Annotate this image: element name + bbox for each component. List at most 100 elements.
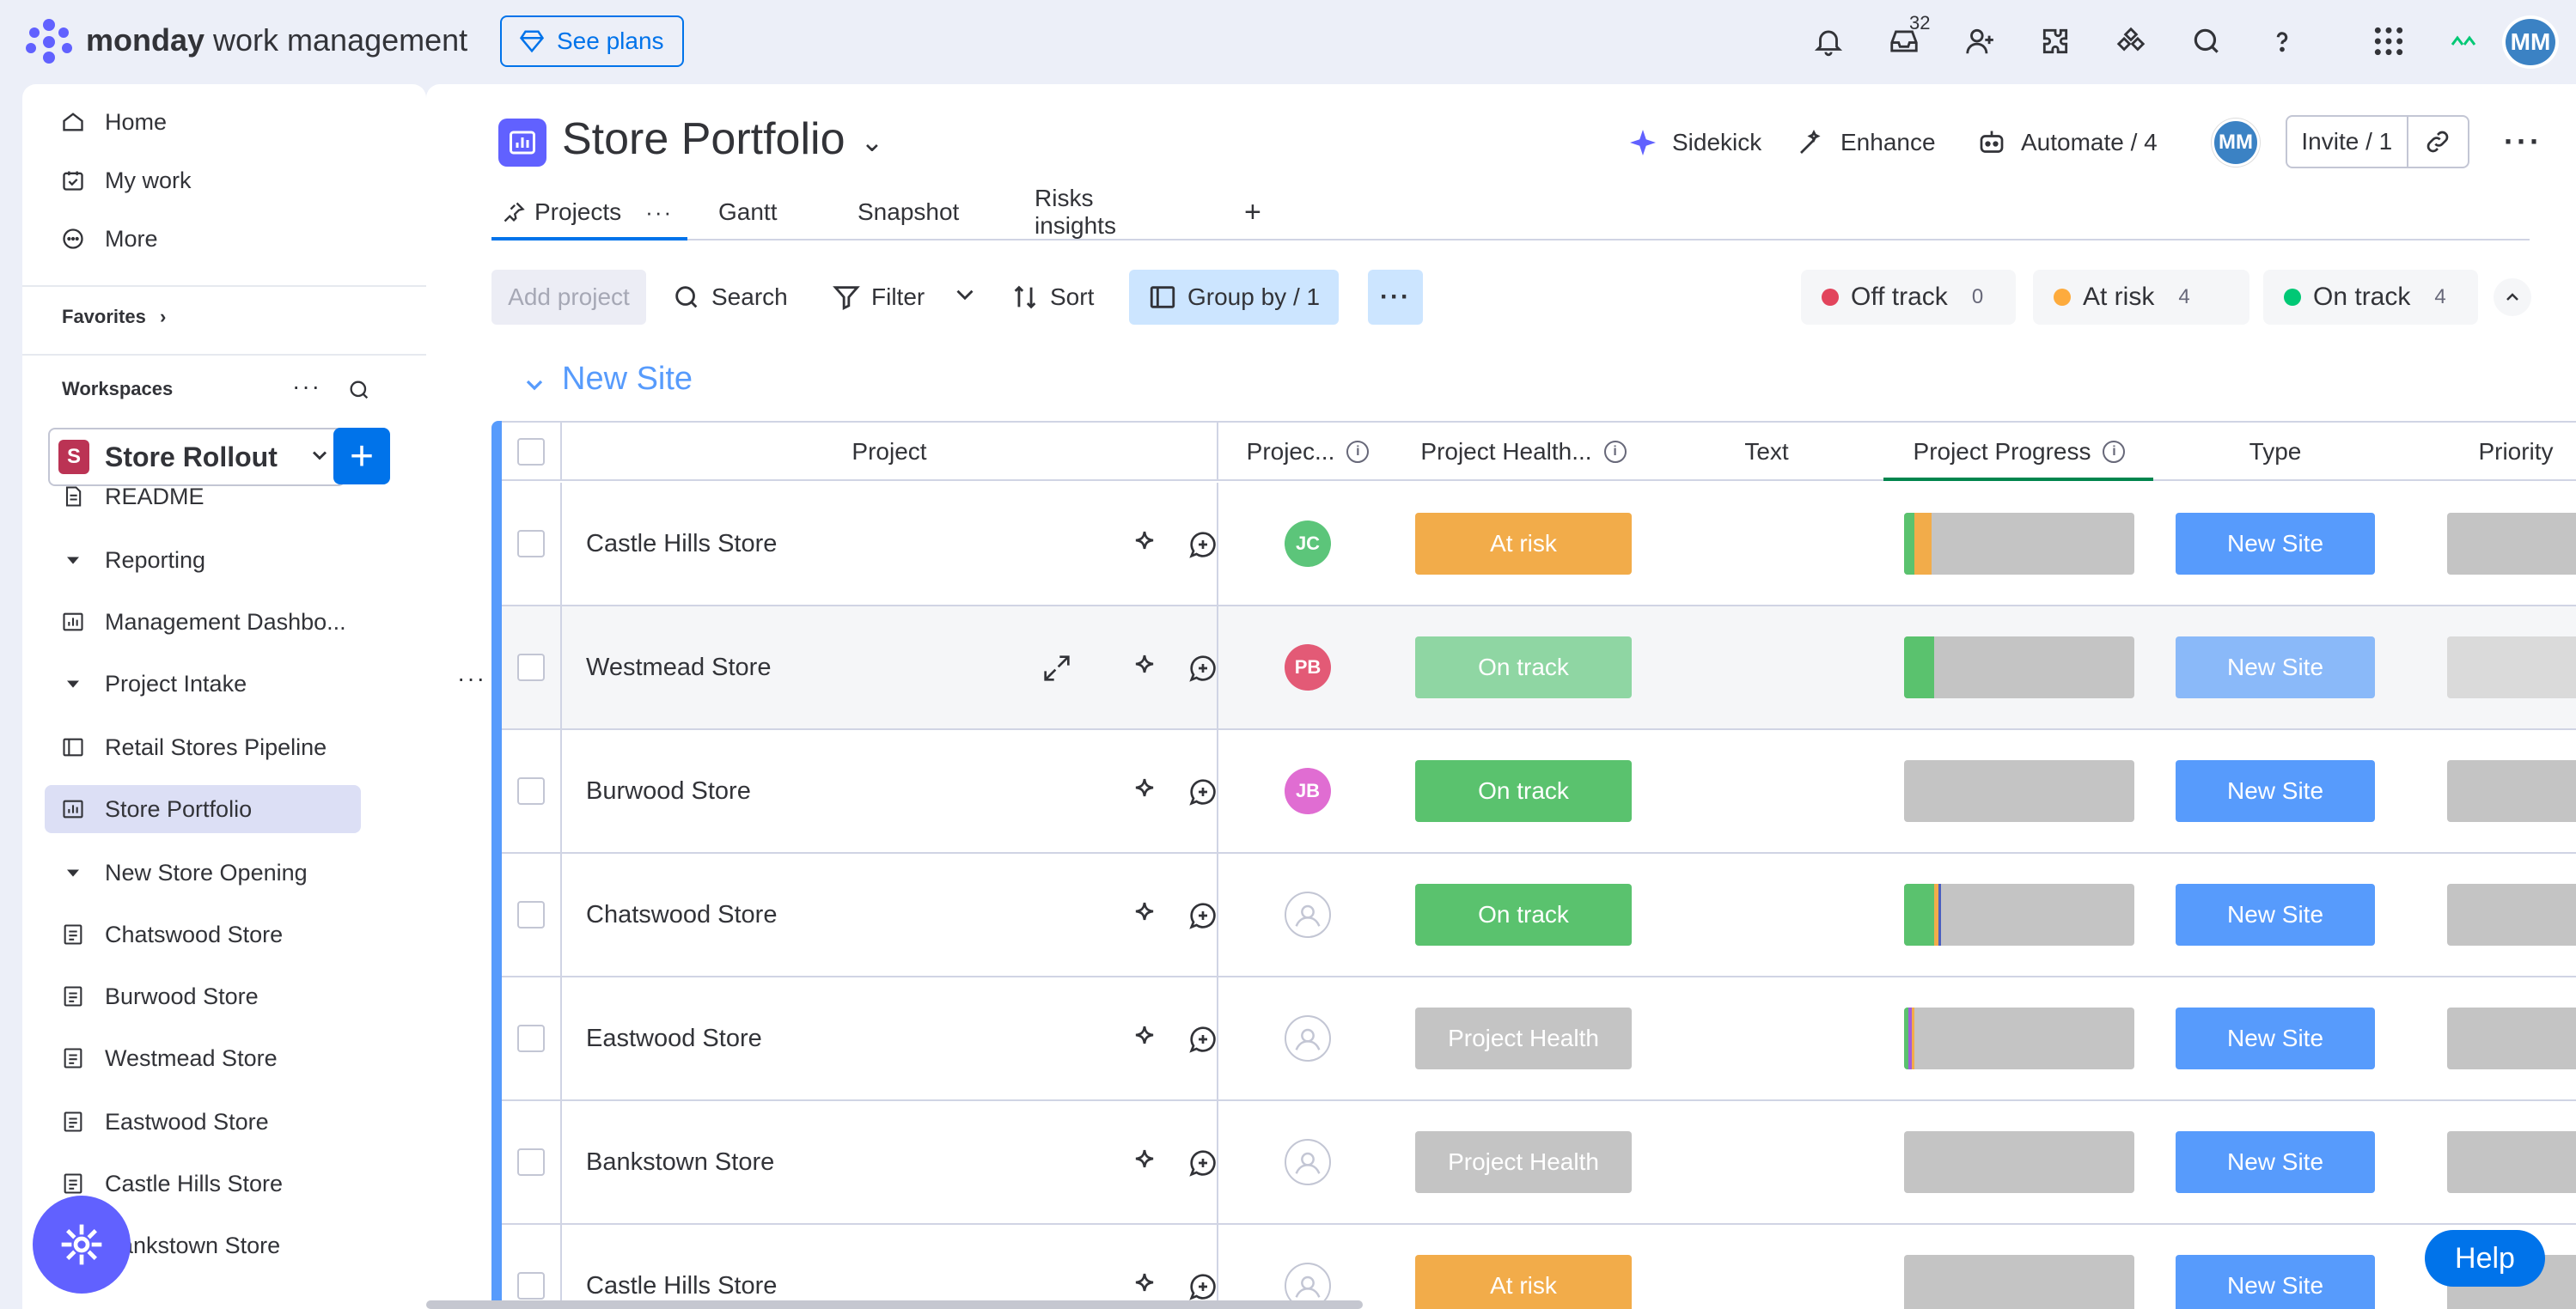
enhance-button[interactable]: Enhance: [1796, 127, 1936, 158]
project-progress-cell[interactable]: [1883, 483, 2155, 605]
folder-caret-icon[interactable]: [60, 671, 86, 697]
copy-link-icon[interactable]: [2408, 117, 2468, 167]
chevron-down-icon[interactable]: [950, 280, 980, 315]
tab-risks-insights[interactable]: Risks insights: [1035, 185, 1116, 239]
text-cell[interactable]: [1650, 977, 1883, 1099]
see-plans-button[interactable]: See plans: [500, 15, 684, 67]
row-checkbox[interactable]: [502, 606, 562, 728]
group-by-button[interactable]: Group by / 1: [1129, 270, 1340, 325]
sidebar-tree-item[interactable]: README: [22, 472, 426, 521]
add-update-icon[interactable]: [1186, 1022, 1220, 1056]
ai-sparkle-icon[interactable]: [1127, 1269, 1162, 1304]
table-row[interactable]: Castle Hills Store At risk New Site: [502, 1225, 2576, 1309]
column-project-progress[interactable]: Project Progress i: [1883, 423, 2155, 481]
horizontal-scrollbar[interactable]: [426, 1300, 1363, 1309]
table-row[interactable]: Bankstown Store Project Health New Site: [502, 1101, 2576, 1225]
integrations-icon[interactable]: [2110, 21, 2152, 62]
type-cell[interactable]: New Site: [2155, 730, 2396, 852]
add-view-button[interactable]: +: [1244, 186, 1261, 239]
status-summary-pill[interactable]: Off track 0: [1801, 270, 2016, 325]
add-update-icon[interactable]: [1186, 898, 1220, 933]
project-progress-cell[interactable]: [1883, 1225, 2155, 1309]
project-progress-cell[interactable]: [1883, 730, 2155, 852]
workspace-menu-icon[interactable]: ···: [292, 373, 321, 400]
table-row[interactable]: Westmead Store PB On track New Site: [502, 606, 2576, 730]
project-progress-cell[interactable]: [1883, 977, 2155, 1099]
sidebar-tree-item[interactable]: Store Portfolio: [45, 785, 361, 833]
project-progress-cell[interactable]: [1883, 1101, 2155, 1223]
board-menu-icon[interactable]: ···: [2504, 124, 2542, 160]
type-cell[interactable]: New Site: [2155, 1225, 2396, 1309]
project-name-cell[interactable]: Castle Hills Store: [562, 483, 1218, 605]
type-cell[interactable]: New Site: [2155, 1101, 2396, 1223]
board-owner-avatar[interactable]: MM: [2212, 119, 2260, 167]
table-row[interactable]: Castle Hills Store JC At risk New Site: [502, 483, 2576, 606]
sidebar-tree-item[interactable]: Burwood Store: [45, 972, 361, 1020]
row-checkbox[interactable]: [502, 977, 562, 1099]
priority-cell[interactable]: [2396, 854, 2576, 976]
sort-button[interactable]: Sort: [1010, 270, 1094, 325]
add-project-button[interactable]: Add project: [491, 270, 646, 325]
owner-cell[interactable]: [1218, 977, 1397, 1099]
expand-icon[interactable]: [1040, 651, 1074, 685]
info-icon[interactable]: i: [1346, 441, 1370, 463]
priority-cell[interactable]: [2396, 483, 2576, 605]
type-cell[interactable]: New Site: [2155, 977, 2396, 1099]
ai-sparkle-icon[interactable]: [1127, 651, 1162, 685]
column-type[interactable]: Type: [2155, 423, 2396, 481]
text-cell[interactable]: [1650, 1225, 1883, 1309]
project-name-cell[interactable]: Eastwood Store: [562, 977, 1218, 1099]
board-title[interactable]: Store Portfolio ⌄: [562, 113, 883, 165]
group-title[interactable]: New Site: [562, 361, 693, 398]
column-owner[interactable]: Projec... i: [1218, 423, 1397, 481]
info-icon[interactable]: i: [2103, 441, 2126, 463]
info-icon[interactable]: i: [1603, 441, 1627, 463]
add-update-icon[interactable]: [1186, 651, 1220, 685]
invite-button[interactable]: Invite / 1: [2287, 117, 2408, 167]
row-checkbox[interactable]: [502, 730, 562, 852]
ai-sparkle-icon[interactable]: [1127, 1146, 1162, 1180]
priority-cell[interactable]: [2396, 977, 2576, 1099]
sidebar-item-home[interactable]: Home: [22, 98, 426, 146]
sidekick-button[interactable]: Sidekick: [1627, 127, 1761, 158]
ai-sparkle-icon[interactable]: [1127, 775, 1162, 809]
add-update-icon[interactable]: [1186, 527, 1220, 562]
group-collapse-icon[interactable]: [521, 371, 550, 400]
add-update-icon[interactable]: [1186, 1146, 1220, 1180]
type-cell[interactable]: New Site: [2155, 606, 2396, 728]
row-menu-icon[interactable]: ···: [457, 665, 486, 692]
project-progress-cell[interactable]: [1883, 606, 2155, 728]
text-cell[interactable]: [1650, 854, 1883, 976]
project-health-cell[interactable]: Project Health: [1397, 977, 1650, 1099]
owner-cell[interactable]: [1218, 1101, 1397, 1223]
row-checkbox[interactable]: [502, 1225, 562, 1309]
table-row[interactable]: Eastwood Store Project Health New Site: [502, 977, 2576, 1101]
project-health-cell[interactable]: On track: [1397, 730, 1650, 852]
help-question-icon[interactable]: [2262, 21, 2303, 62]
workspace-search-icon[interactable]: [347, 378, 373, 404]
invite-member-icon[interactable]: [1959, 21, 2000, 62]
column-project[interactable]: Project: [562, 423, 1218, 481]
project-health-cell[interactable]: At risk: [1397, 1225, 1650, 1309]
owner-cell[interactable]: JB: [1218, 730, 1397, 852]
sidebar-item-more[interactable]: More: [22, 215, 426, 263]
account-logo-icon[interactable]: [2447, 26, 2481, 55]
sidebar-tree-item[interactable]: Retail Stores Pipeline: [45, 723, 361, 771]
text-cell[interactable]: [1650, 730, 1883, 852]
priority-cell[interactable]: [2396, 606, 2576, 728]
ai-sparkle-icon[interactable]: [1127, 898, 1162, 933]
user-avatar[interactable]: MM: [2502, 15, 2559, 69]
tab-snapshot[interactable]: Snapshot: [858, 186, 959, 239]
row-checkbox[interactable]: [502, 854, 562, 976]
text-cell[interactable]: [1650, 606, 1883, 728]
tab-menu-icon[interactable]: ···: [645, 199, 673, 226]
search-icon[interactable]: [2186, 21, 2227, 62]
ai-assistant-button[interactable]: [33, 1196, 131, 1294]
help-button[interactable]: Help: [2425, 1230, 2545, 1287]
column-priority[interactable]: Priority: [2396, 423, 2576, 481]
priority-cell[interactable]: [2396, 1101, 2576, 1223]
app-grid-icon[interactable]: [2368, 21, 2409, 62]
project-health-cell[interactable]: Project Health: [1397, 1101, 1650, 1223]
project-progress-cell[interactable]: [1883, 854, 2155, 976]
bell-icon[interactable]: [1808, 21, 1849, 62]
